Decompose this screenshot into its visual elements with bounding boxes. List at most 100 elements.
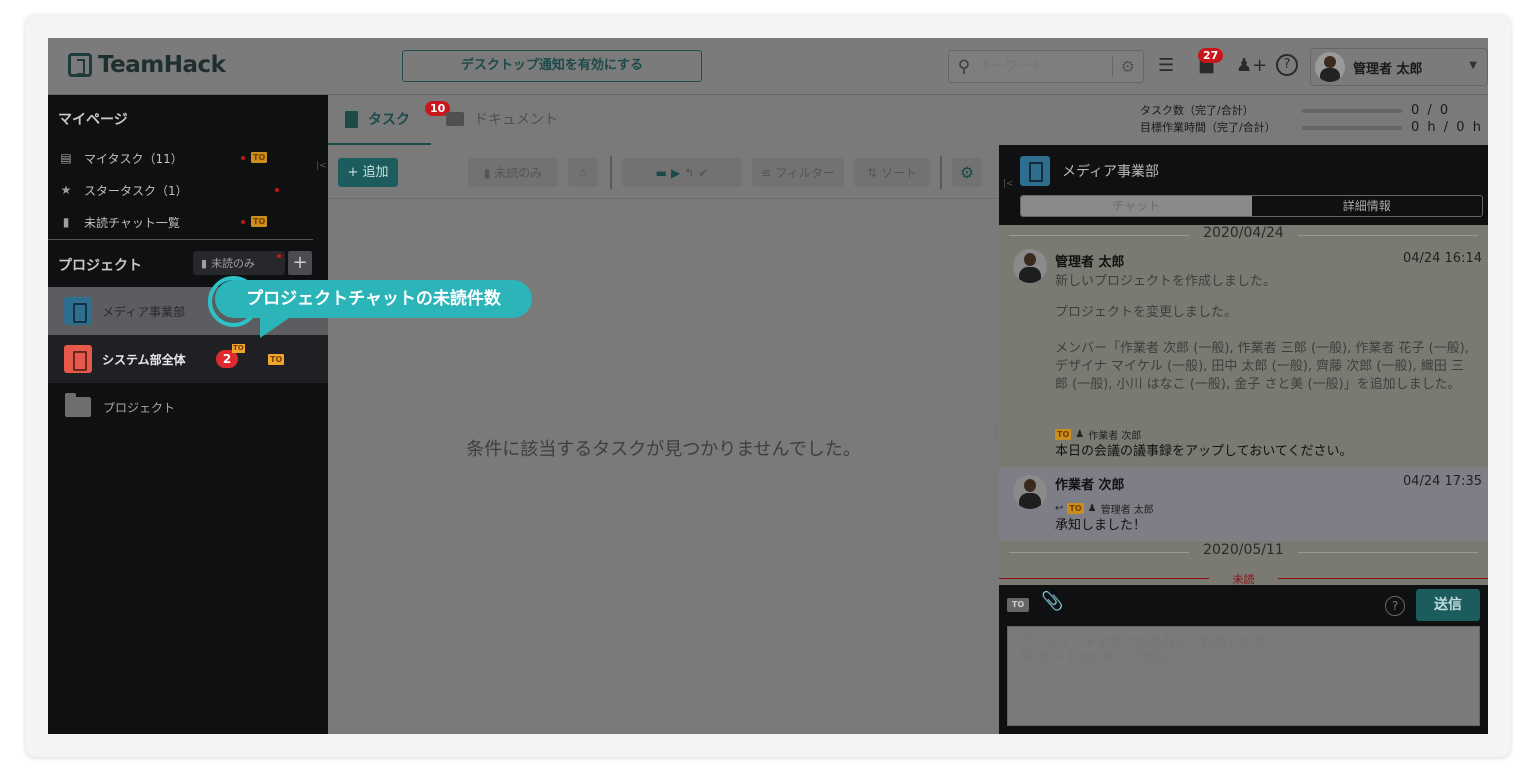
project-icon [64,345,92,373]
callout-label: プロジェクトチャットの未読件数 [215,280,532,318]
gear-icon: ⚙ [959,163,975,182]
date-separator: 2020/05/11 [999,542,1488,562]
chat-messages: 2020/04/24 管理者 太郎 04/24 16:14 新しいプロジェクトを… [999,225,1488,586]
sort-button[interactable]: ⇅ ソート [854,158,930,187]
collapse-chat-icon[interactable]: |< [1003,179,1014,189]
sort-icon: ⇅ [866,165,878,180]
to-mark: TO [232,344,245,353]
projects-unread-only-toggle[interactable]: ▮ 未読のみ [193,251,285,275]
project-item-system[interactable]: システム部全体 2 TO TO [48,335,328,383]
unread-only-filter-button[interactable]: ▮ 未読のみ [468,158,558,187]
send-button[interactable]: 送信 [1416,589,1480,621]
message-author: 管理者 太郎 [1055,255,1125,270]
toolbar-separator [610,156,612,189]
chat-tabs: チャット 詳細情報 [1020,195,1483,217]
tab-documents[interactable]: ドキュメント [446,109,558,129]
add-user-icon[interactable]: ♟+ [1236,55,1267,76]
reply-icon: ↩ [1055,503,1064,514]
sort-label: ソート [881,166,918,180]
mention-target: 管理者 太郎 [1100,505,1154,516]
tab-chat[interactable]: チャット [1021,196,1252,216]
chat-bubble-icon: ▮ [62,215,70,229]
message-time: 04/24 17:35 [1402,474,1482,489]
main-tabs: タスク 10 ドキュメント [328,95,999,145]
work-hours-label: 目標作業時間（完了/合計） [1140,121,1276,134]
filter-button[interactable]: ≡ フィルター [752,158,844,187]
tab-label: タスク [368,112,410,128]
message-text: 承知しました！ [1055,518,1147,533]
sidebar-item-label: マイタスク（11） [84,151,183,166]
attachment-icon[interactable]: 📎 [1041,591,1063,612]
document-icon [345,110,358,128]
project-folder[interactable]: プロジェクト [48,383,328,431]
panel-resize-handle[interactable]: :::: [995,425,998,447]
search-settings-icon[interactable]: ⚙ [1111,57,1135,76]
reply-mention: ↩ TO ♟ 管理者 太郎 [1055,501,1154,516]
to-button[interactable]: TO [1007,598,1029,612]
sidebar-item-starred-tasks[interactable]: ★ スタータスク（1） [58,179,298,201]
message-text: 新しいプロジェクトを作成しました。 [1055,274,1277,289]
star-icon: ★ [60,183,72,197]
app-window: TeamHack デスクトップ通知を有効にする ⚲ ⚙ ☰ ■ 27 ♟+ ? … [48,38,1488,734]
task-stats: タスク数（完了/合計） 目標作業時間（完了/合計） [1140,102,1276,136]
work-hours-value: 0 h / 0 h [1411,120,1483,135]
sidebar-item-label: スタータスク（1） [84,183,188,198]
unread-count-badge: 2 TO [216,344,245,368]
message-author: 作業者 次郎 [1055,478,1125,493]
task-toolbar: + 追加 ▮ 未読のみ ☆ ▬ ▶ ↰ ✔ ≡ フィルター ⇅ ソート ⚙ [328,153,999,199]
folder-label: プロジェクト [103,400,176,415]
sidebar-divider [48,239,313,240]
unread-dot [241,156,245,160]
return-icon: ↰ [684,165,695,180]
sidebar-item-my-tasks[interactable]: ▤ マイタスク（11） TO [58,147,298,169]
chevron-down-icon: ▼ [1469,60,1477,71]
filter-icon: ≡ [761,165,772,180]
to-mention: TO ♟ 作業者 次郎 [1055,427,1141,442]
search-icon[interactable]: ⚲ [949,57,979,77]
project-icon [64,297,92,325]
unread-only-label: 未読のみ [211,257,256,270]
project-name: システム部全体 [102,352,186,367]
logo[interactable]: TeamHack [68,52,226,78]
message-text: プロジェクトを変更しました。 [1055,305,1238,320]
add-project-button[interactable]: + [288,251,312,275]
date-separator: 2020/04/24 [999,225,1488,245]
layers-icon[interactable]: ☰ [1158,55,1174,76]
play-icon: ▶ [670,165,681,180]
help-icon[interactable]: ? [1276,54,1298,76]
sidebar: マイページ ▤ マイタスク（11） TO ★ スタータスク（1） ▮ 未読チャッ… [48,95,328,734]
unread-dot [241,220,245,224]
unread-dot [277,254,281,258]
star-outline-icon: ☆ [577,165,589,180]
chat-message-input[interactable] [1007,626,1480,726]
sidebar-item-unread-chats[interactable]: ▮ 未読チャット一覧 TO [58,211,298,233]
projects-title: プロジェクト [58,258,142,274]
project-icon [1020,156,1050,186]
chat-header: |< メディア事業部 チャット 詳細情報 [999,145,1488,225]
logo-text: TeamHack [98,52,226,78]
star-filter-button[interactable]: ☆ [568,158,598,187]
mention-avatar-icon: ♟ [1087,503,1097,514]
tab-tasks[interactable]: タスク 10 [345,101,451,129]
settings-button[interactable]: ⚙ [952,158,982,187]
book-icon [446,112,464,126]
search-input[interactable] [979,59,1099,74]
message-time: 04/24 16:14 [1402,251,1482,266]
mention-avatar-icon: ♟ [1075,429,1085,440]
user-menu[interactable]: 管理者 太郎 ▼ [1310,48,1488,86]
enable-desktop-notification-button[interactable]: デスクトップ通知を有効にする [402,50,702,82]
check-icon: ✔ [698,165,709,180]
collapse-sidebar-icon[interactable]: |< [316,161,327,171]
task-progress-bar [1302,109,1402,113]
mention-target: 作業者 次郎 [1088,431,1142,442]
help-icon[interactable]: ? [1385,596,1405,616]
chat-input-area: TO 📎 ? 送信 [999,585,1488,734]
task-count-value: 0 / 0 [1411,103,1451,118]
tab-details[interactable]: 詳細情報 [1252,196,1483,216]
top-header: TeamHack デスクトップ通知を有効にする ⚲ ⚙ ☰ ■ 27 ♟+ ? … [48,38,1488,95]
chat-project-name: メディア事業部 [1062,164,1160,180]
add-task-button[interactable]: + 追加 [338,158,398,187]
status-filter-group[interactable]: ▬ ▶ ↰ ✔ [622,158,742,187]
message-text: 本日の会議の議事録をアップしておいてください。 [1055,444,1353,459]
filter-label: フィルター [775,166,835,180]
